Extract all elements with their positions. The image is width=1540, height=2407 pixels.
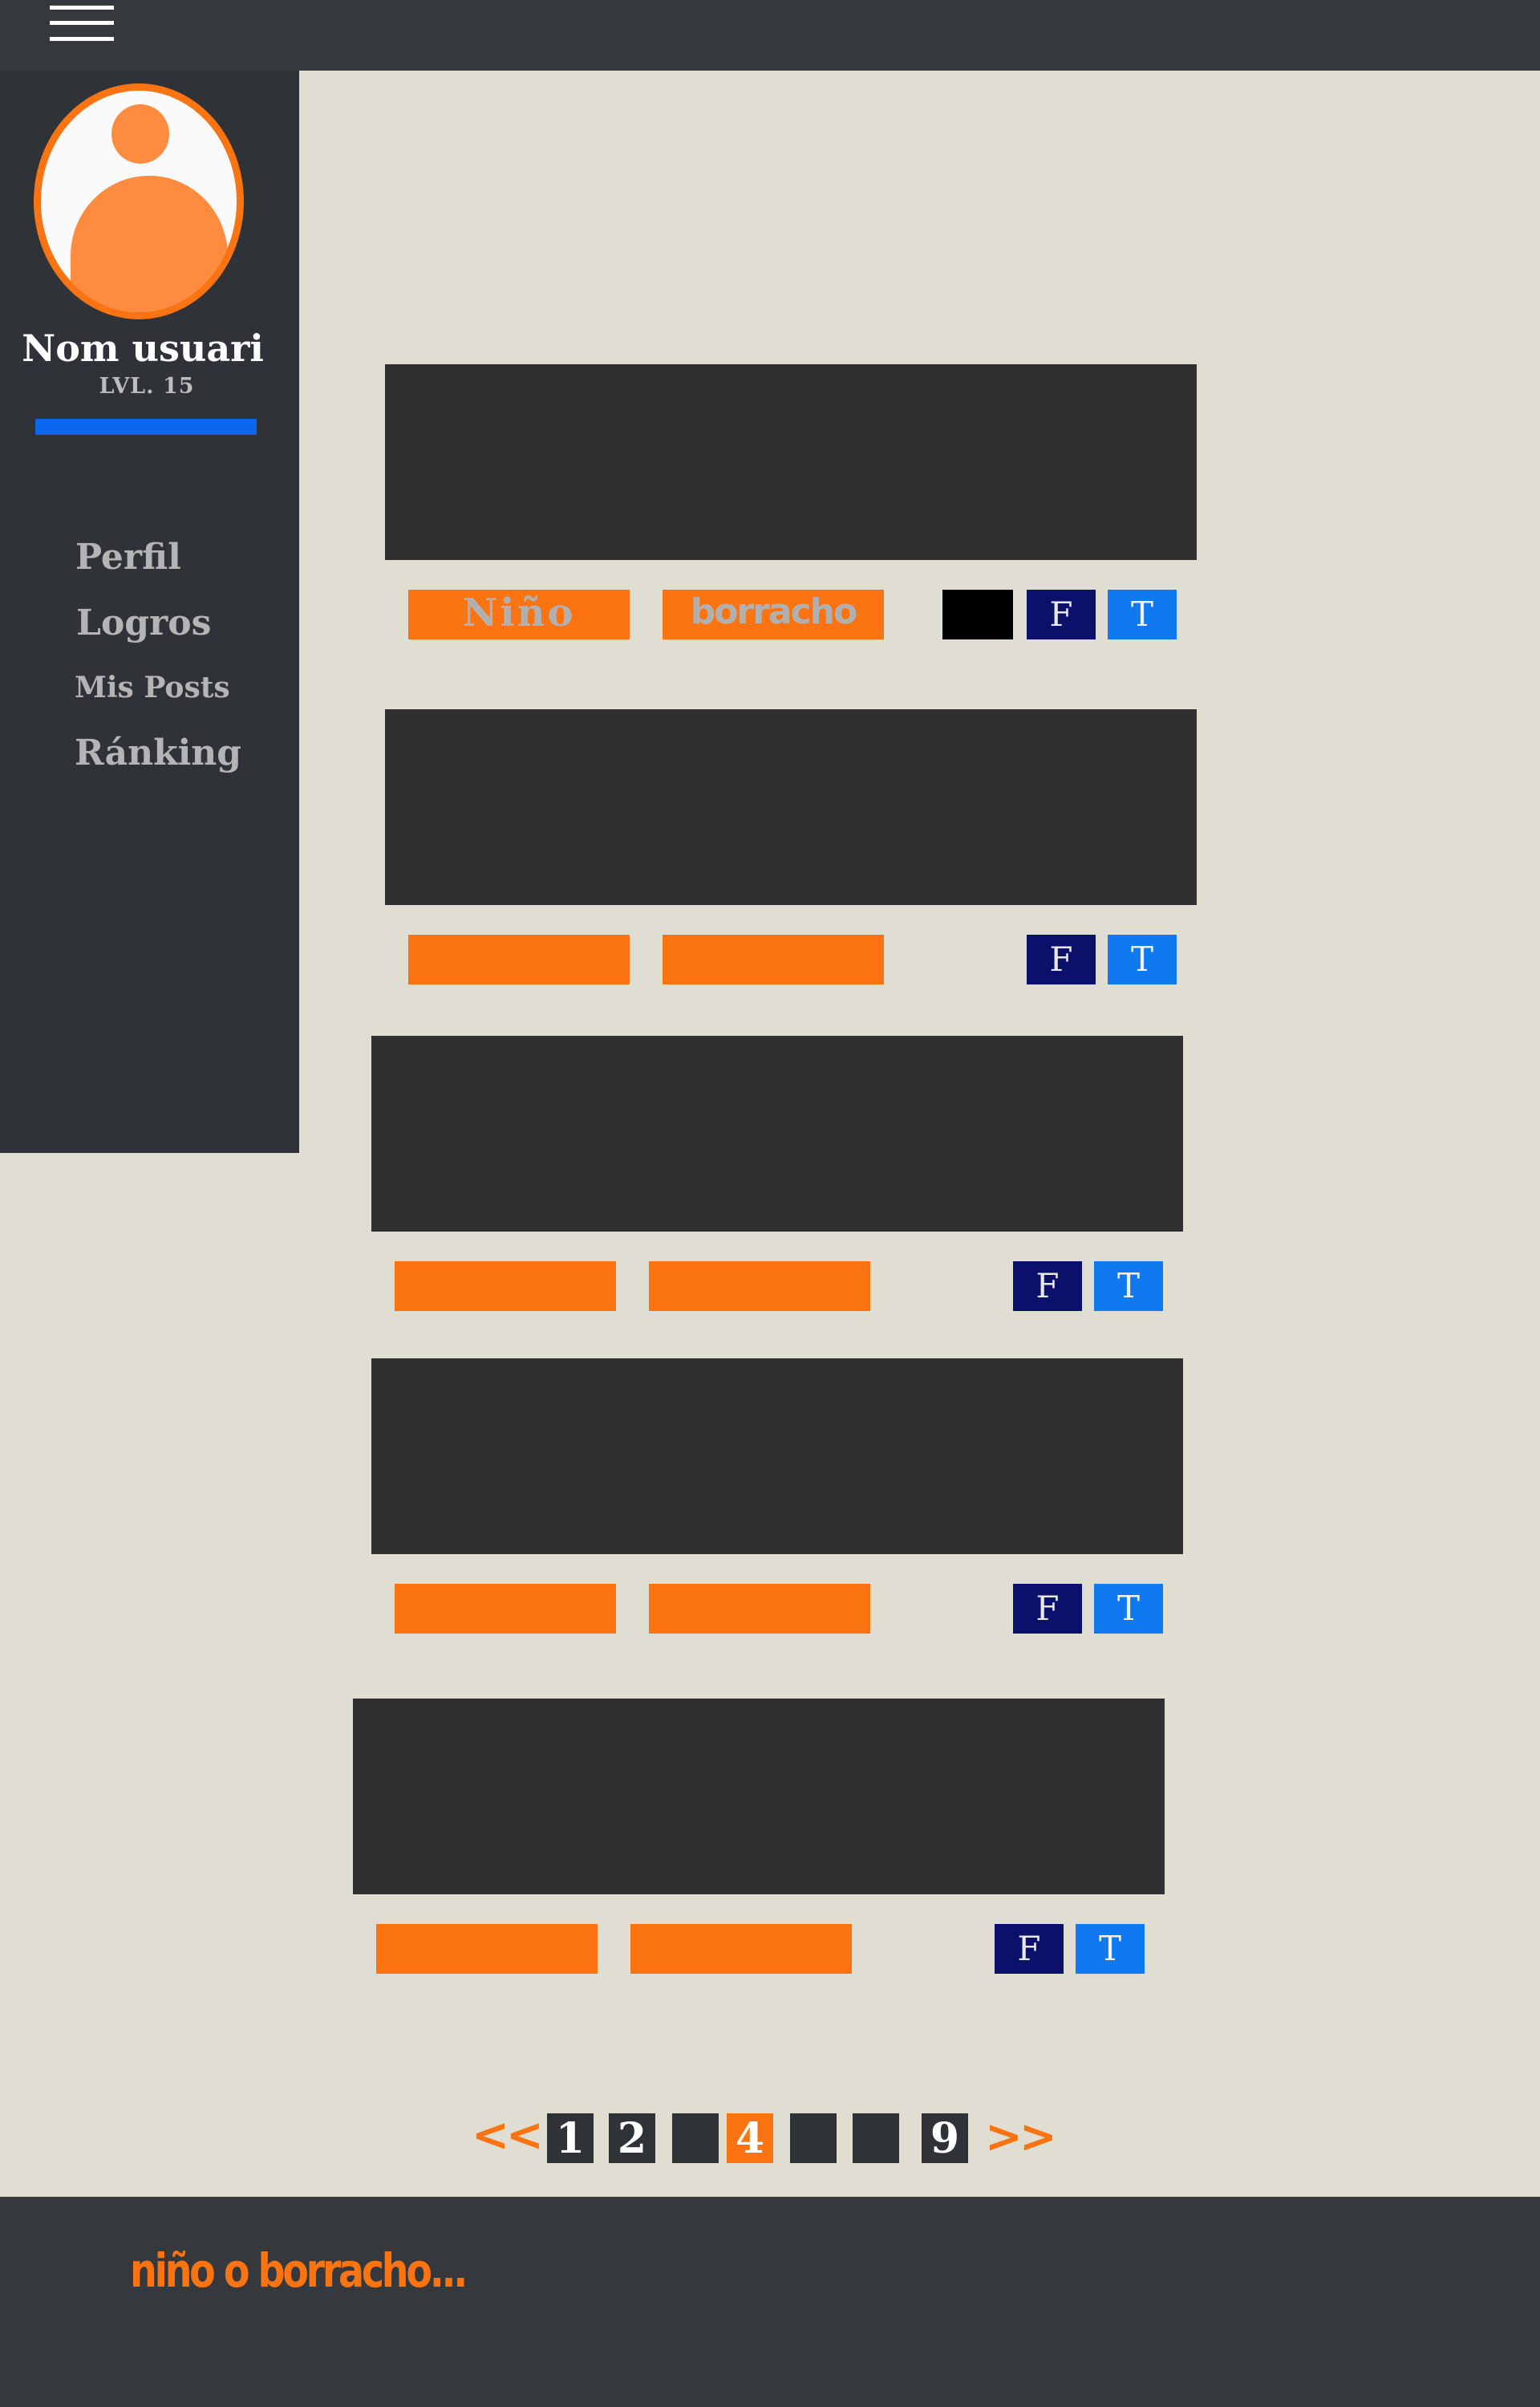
pagination-page-current[interactable]: 4 <box>727 2113 773 2163</box>
twitter-share-button[interactable]: T <box>1108 590 1177 639</box>
pagination-next-button[interactable]: >> <box>985 2112 1057 2163</box>
post-tag-borracho[interactable] <box>649 1584 870 1634</box>
xp-progress-bar <box>35 419 257 435</box>
sidebar-item-ranking[interactable]: Ránking <box>75 732 241 775</box>
post-tag-borracho[interactable] <box>649 1261 870 1311</box>
pagination-page[interactable]: 9 <box>922 2113 968 2163</box>
footer: niño o borracho... <box>0 2197 1540 2407</box>
post-card[interactable] <box>385 709 1197 905</box>
pagination-page[interactable]: 2 <box>609 2113 655 2163</box>
post-tag-nino[interactable] <box>408 935 630 984</box>
post-card[interactable] <box>371 1036 1183 1232</box>
twitter-share-button[interactable]: T <box>1094 1261 1163 1311</box>
facebook-share-button[interactable]: F <box>1013 1584 1082 1634</box>
avatar-head <box>111 104 169 164</box>
post-card[interactable] <box>371 1358 1183 1554</box>
sidebar-item-perfil[interactable]: Perfil <box>75 536 181 579</box>
post-tag-borracho[interactable]: borracho <box>663 590 884 639</box>
post-tag-borracho[interactable] <box>630 1924 852 1974</box>
post-card[interactable] <box>353 1699 1165 1894</box>
post-tag-nino[interactable]: Niño <box>408 590 630 639</box>
pagination-page[interactable] <box>672 2113 719 2163</box>
user-avatar-icon[interactable] <box>34 83 244 319</box>
footer-brand: niño o borracho... <box>130 2243 468 2298</box>
pagination-prev-button[interactable]: << <box>472 2110 544 2161</box>
post-tag-nino[interactable] <box>395 1261 616 1311</box>
twitter-share-button[interactable]: T <box>1076 1924 1145 1974</box>
pagination-page[interactable] <box>853 2113 899 2163</box>
facebook-share-button[interactable]: F <box>1027 935 1096 984</box>
pagination-page[interactable] <box>790 2113 837 2163</box>
facebook-share-button[interactable]: F <box>1027 590 1096 639</box>
user-name: Nom usuari <box>22 327 264 370</box>
user-level: LVL. 15 <box>99 374 195 399</box>
twitter-share-button[interactable]: T <box>1094 1584 1163 1634</box>
post-tag-borracho[interactable] <box>663 935 884 984</box>
post-card[interactable] <box>385 364 1197 560</box>
top-bar <box>0 0 1540 71</box>
facebook-share-button[interactable]: F <box>995 1924 1064 1974</box>
post-tag-nino[interactable] <box>395 1584 616 1634</box>
pagination-page[interactable]: 1 <box>547 2113 594 2163</box>
avatar-body <box>71 176 228 312</box>
sidebar-item-logros[interactable]: Logros <box>76 602 211 645</box>
sidebar-item-mis-posts[interactable]: Mis Posts <box>75 670 230 705</box>
post-tag-nino[interactable] <box>376 1924 598 1974</box>
twitter-share-button[interactable]: T <box>1108 935 1177 984</box>
hamburger-menu-icon[interactable] <box>50 5 114 42</box>
post-action-box[interactable] <box>942 590 1013 639</box>
facebook-share-button[interactable]: F <box>1013 1261 1082 1311</box>
sidebar: Nom usuari LVL. 15 Perfil Logros Mis Pos… <box>0 71 299 1153</box>
